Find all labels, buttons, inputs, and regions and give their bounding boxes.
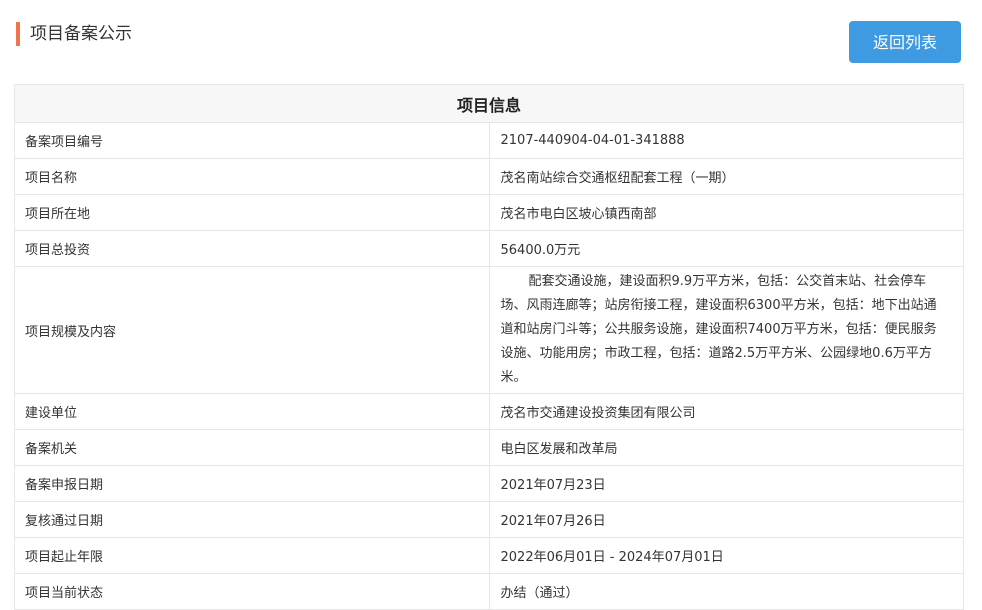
table-row: 项目规模及内容 配套交通设施，建设面积9.9万平方米，包括：公交首末站、社会停车…: [14, 266, 964, 394]
table-heading-row: 项目信息: [14, 84, 964, 123]
row-label: 项目起止年限: [14, 537, 490, 574]
row-value: 2022年06月01日 - 2024年07月01日: [488, 537, 964, 574]
table-row: 建设单位 茂名市交通建设投资集团有限公司: [14, 393, 964, 430]
row-value: 电白区发展和改革局: [488, 429, 964, 466]
row-value: 56400.0万元: [488, 230, 964, 267]
title-accent-bar: [16, 22, 20, 46]
row-label: 备案申报日期: [14, 465, 490, 502]
table-row: 备案申报日期 2021年07月23日: [14, 465, 964, 502]
page-title: 项目备案公示: [30, 24, 132, 44]
table-row: 项目当前状态 办结（通过）: [14, 573, 964, 610]
table-row: 项目起止年限 2022年06月01日 - 2024年07月01日: [14, 537, 964, 574]
table-heading: 项目信息: [14, 84, 964, 123]
project-info-table: 项目信息 备案项目编号 2107-440904-04-01-341888 项目名…: [14, 84, 964, 610]
row-value: 茂名市交通建设投资集团有限公司: [488, 393, 964, 430]
table-row: 复核通过日期 2021年07月26日: [14, 501, 964, 538]
row-label: 项目总投资: [14, 230, 490, 267]
table-row: 项目名称 茂名南站综合交通枢纽配套工程（一期）: [14, 158, 964, 195]
row-value: 配套交通设施，建设面积9.9万平方米，包括：公交首末站、社会停车场、风雨连廊等；…: [488, 266, 964, 394]
table-row: 备案项目编号 2107-440904-04-01-341888: [14, 122, 964, 159]
table-row: 项目总投资 56400.0万元: [14, 230, 964, 267]
row-value: 茂名市电白区坡心镇西南部: [488, 194, 964, 231]
row-label: 建设单位: [14, 393, 490, 430]
row-label: 备案项目编号: [14, 122, 490, 159]
row-value: 2021年07月26日: [488, 501, 964, 538]
row-value: 2021年07月23日: [488, 465, 964, 502]
row-label: 项目规模及内容: [14, 266, 490, 394]
back-to-list-button[interactable]: 返回列表: [849, 21, 961, 63]
table-row: 备案机关 电白区发展和改革局: [14, 429, 964, 466]
row-value: 办结（通过）: [488, 573, 964, 610]
row-label: 项目名称: [14, 158, 490, 195]
row-value: 2107-440904-04-01-341888: [488, 122, 964, 159]
row-label: 项目当前状态: [14, 573, 490, 610]
row-value: 茂名南站综合交通枢纽配套工程（一期）: [488, 158, 964, 195]
row-label: 复核通过日期: [14, 501, 490, 538]
table-row: 项目所在地 茂名市电白区坡心镇西南部: [14, 194, 964, 231]
row-label: 备案机关: [14, 429, 490, 466]
page-header: 项目备案公示 返回列表: [0, 0, 982, 80]
row-label: 项目所在地: [14, 194, 490, 231]
